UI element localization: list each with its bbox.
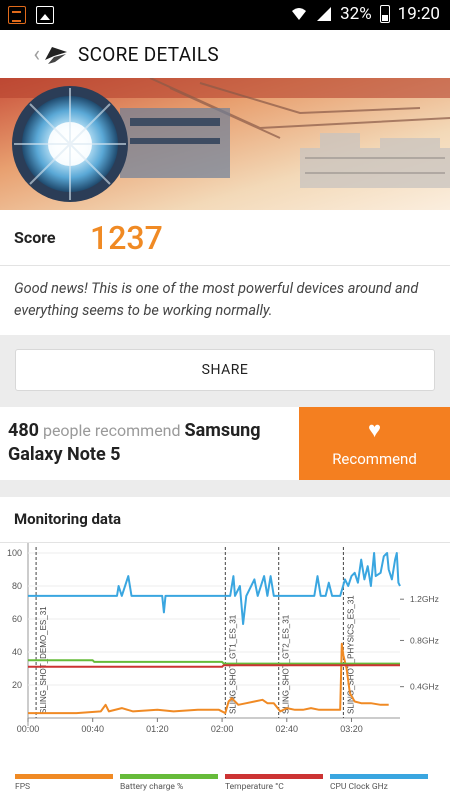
signal-icon bbox=[317, 7, 332, 21]
app-icon bbox=[8, 6, 26, 24]
x-tick-label: 02:40 bbox=[276, 724, 299, 734]
score-card: Score 1237 Good news! This is one of the… bbox=[0, 210, 450, 335]
score-row: Score 1237 bbox=[0, 210, 450, 266]
chevron-left-icon: ‹ bbox=[33, 41, 40, 67]
y-tick-label: 80 bbox=[12, 581, 22, 591]
x-tick-label: 03:20 bbox=[340, 724, 363, 734]
legend-swatch bbox=[225, 774, 323, 779]
series-line bbox=[28, 642, 389, 715]
y2-tick-label: 1.2GHz bbox=[410, 594, 439, 604]
recommend-card: 480 people recommend Samsung Galaxy Note… bbox=[0, 407, 450, 480]
series-line bbox=[28, 552, 401, 625]
legend-label: CPU Clock GHz bbox=[330, 782, 388, 792]
wifi-icon bbox=[292, 8, 307, 20]
x-tick-label: 00:40 bbox=[81, 724, 104, 734]
legend-item: Temperature °C bbox=[225, 774, 323, 794]
status-bar: 32% 19:20 bbox=[0, 0, 450, 30]
monitoring-card: Monitoring data 100 80 60 40 20 1.2GHz 0.8GHz 0… bbox=[0, 497, 450, 800]
image-icon bbox=[36, 6, 54, 24]
heart-icon: ♥ bbox=[367, 417, 382, 443]
battery-level: 32% bbox=[340, 4, 372, 24]
y-tick-label: 40 bbox=[12, 647, 22, 657]
x-tick-label: 00:00 bbox=[17, 724, 40, 734]
recommend-text: 480 people recommend Samsung Galaxy Note… bbox=[8, 419, 288, 467]
x-tick-label: 02:00 bbox=[211, 724, 234, 734]
legend-swatch bbox=[15, 774, 113, 779]
y-tick-label: 60 bbox=[12, 614, 22, 624]
recommend-button[interactable]: ♥ Recommend bbox=[299, 407, 450, 480]
3dmark-icon bbox=[45, 47, 67, 64]
recommend-button-label: Recommend bbox=[332, 449, 417, 468]
recommend-count: 480 bbox=[8, 420, 39, 441]
legend-swatch bbox=[330, 774, 428, 779]
app-bar: ‹ SCORE DETAILS bbox=[0, 30, 450, 78]
y-tick-label: 100 bbox=[7, 548, 22, 558]
y-tick-label: 20 bbox=[12, 680, 22, 690]
score-message: Good news! This is one of the most power… bbox=[14, 280, 419, 319]
series-line bbox=[28, 664, 400, 668]
page-title: SCORE DETAILS bbox=[78, 42, 219, 66]
legend-label: Temperature °C bbox=[225, 782, 284, 792]
x-tick-label: 01:20 bbox=[146, 724, 169, 734]
test-banner-image bbox=[0, 78, 450, 210]
legend-item: FPS bbox=[15, 774, 113, 794]
y2-tick-label: 0.8GHz bbox=[410, 635, 439, 645]
legend-item: Battery charge % bbox=[120, 774, 218, 794]
score-value: 1237 bbox=[90, 218, 163, 257]
legend-label: Battery charge % bbox=[120, 782, 184, 792]
recommend-middle-text: people recommend bbox=[38, 421, 185, 440]
score-label: Score bbox=[14, 228, 56, 247]
legend-label: FPS bbox=[15, 782, 31, 792]
battery-icon bbox=[379, 5, 390, 23]
y2-tick-label: 0.4GHz bbox=[410, 682, 439, 692]
monitoring-chart: 100 80 60 40 20 1.2GHz 0.8GHz 0.4GHz 00:00 00:40 0… bbox=[7, 543, 439, 734]
share-button[interactable]: SHARE bbox=[15, 349, 435, 391]
legend-item: CPU Clock GHz bbox=[330, 774, 428, 794]
back-button[interactable]: ‹ bbox=[0, 30, 40, 78]
clock: 19:20 bbox=[397, 4, 440, 24]
legend-swatch bbox=[120, 774, 218, 779]
